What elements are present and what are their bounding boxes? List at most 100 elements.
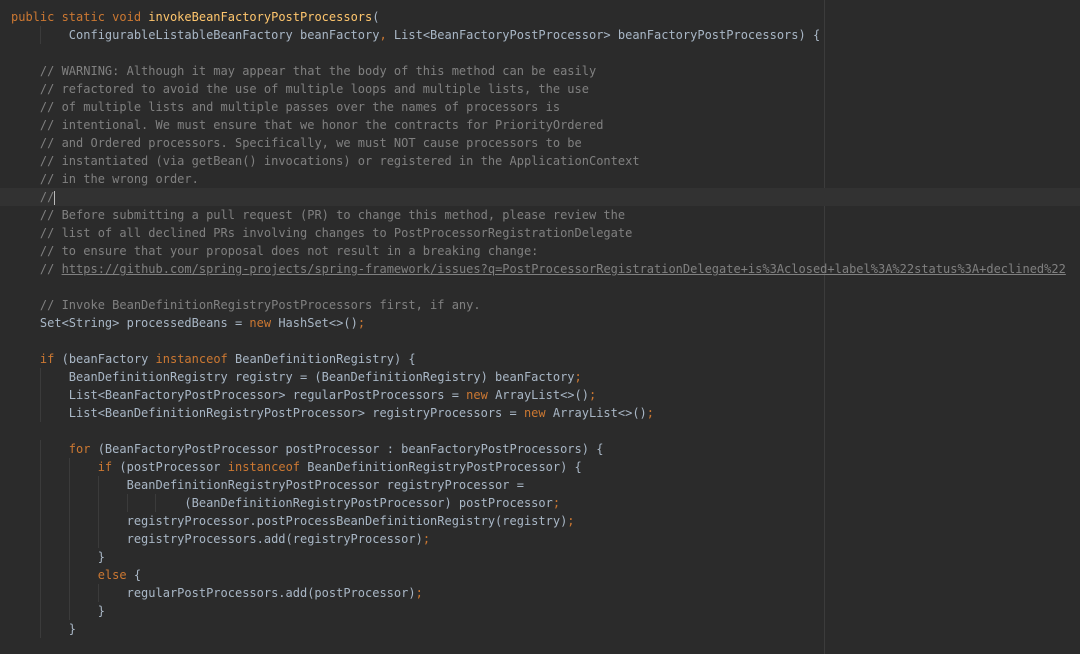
code-token: Set<String> processedBeans = <box>39 316 250 330</box>
code-token: (postProcessor <box>119 460 228 474</box>
indent-guide <box>97 476 99 494</box>
code-line[interactable]: Set<String> processedBeans = new HashSet… <box>0 314 1080 332</box>
code-line[interactable]: BeanDefinitionRegistry registry = (BeanD… <box>0 368 1080 386</box>
indent-guide <box>39 530 41 548</box>
keyword-token: if <box>39 352 62 366</box>
indent-guide <box>126 494 128 512</box>
comment-token: // in the wrong order. <box>39 172 199 186</box>
indentation <box>11 118 40 132</box>
code-area[interactable]: public static void invokeBeanFactoryPost… <box>0 8 1080 638</box>
code-line[interactable]: List<BeanDefinitionRegistryPostProcessor… <box>0 404 1080 422</box>
code-token: } <box>97 604 105 618</box>
code-token: } <box>97 550 105 564</box>
code-line[interactable]: // of multiple lists and multiple passes… <box>0 98 1080 116</box>
keyword-token: else <box>97 568 134 582</box>
code-token: BeanDefinitionRegistryPostProcessor) { <box>307 460 582 474</box>
indentation <box>11 154 40 168</box>
comment-token: // intentional. We must ensure that we h… <box>39 118 604 132</box>
code-line[interactable]: // refactored to avoid the use of multip… <box>0 80 1080 98</box>
code-token: List<BeanDefinitionRegistryPostProcessor… <box>68 406 524 420</box>
code-token: registryProcessors.add(registryProcessor… <box>126 532 423 546</box>
code-line[interactable]: } <box>0 620 1080 638</box>
indent-guide <box>68 602 70 620</box>
comment-token: // <box>39 262 62 276</box>
indent-guide <box>39 440 41 458</box>
indentation <box>11 190 40 204</box>
code-line[interactable]: public static void invokeBeanFactoryPost… <box>0 8 1080 26</box>
code-line[interactable]: ConfigurableListableBeanFactory beanFact… <box>0 26 1080 44</box>
indent-guide <box>39 404 41 422</box>
comment-token: // Before submitting a pull request (PR)… <box>39 208 626 222</box>
indentation <box>11 64 40 78</box>
indentation <box>11 352 40 366</box>
comment-token: // list of all declined PRs involving ch… <box>39 226 633 240</box>
code-line[interactable]: // and Ordered processors. Specifically,… <box>0 134 1080 152</box>
code-token: List<BeanFactoryPostProcessor> regularPo… <box>68 388 467 402</box>
code-line[interactable]: BeanDefinitionRegistryPostProcessor regi… <box>0 476 1080 494</box>
indentation <box>11 316 40 330</box>
code-line[interactable]: registryProcessors.add(registryProcessor… <box>0 530 1080 548</box>
code-token: ConfigurableListableBeanFactory beanFact… <box>68 28 380 42</box>
code-line[interactable]: List<BeanFactoryPostProcessor> regularPo… <box>0 386 1080 404</box>
code-line[interactable]: regularPostProcessors.add(postProcessor)… <box>0 584 1080 602</box>
comment-token: // and Ordered processors. Specifically,… <box>39 136 582 150</box>
keyword-token: ; <box>574 370 582 384</box>
comment-token: // of multiple lists and multiple passes… <box>39 100 561 114</box>
url-link[interactable]: https://github.com/spring-projects/sprin… <box>62 262 1066 276</box>
indentation <box>11 298 40 312</box>
code-token: (BeanDefinitionRegistryPostProcessor) po… <box>184 496 553 510</box>
code-line[interactable]: registryProcessor.postProcessBeanDefinit… <box>0 512 1080 530</box>
keyword-token: , <box>379 28 394 42</box>
code-line[interactable]: // intentional. We must ensure that we h… <box>0 116 1080 134</box>
indentation <box>11 136 40 150</box>
indent-guide <box>39 476 41 494</box>
keyword-token: instanceof <box>227 460 308 474</box>
code-token: ArrayList<>() <box>552 406 647 420</box>
indentation <box>11 262 40 276</box>
code-line[interactable]: for (BeanFactoryPostProcessor postProces… <box>0 440 1080 458</box>
indent-guide <box>97 530 99 548</box>
keyword-token: new <box>249 316 279 330</box>
code-line[interactable]: // to ensure that your proposal does not… <box>0 242 1080 260</box>
code-line[interactable] <box>0 332 1080 350</box>
code-line[interactable]: // Invoke BeanDefinitionRegistryPostProc… <box>0 296 1080 314</box>
code-token: BeanDefinitionRegistry) { <box>235 352 416 366</box>
code-line[interactable]: } <box>0 548 1080 566</box>
code-line[interactable]: // in the wrong order. <box>0 170 1080 188</box>
code-token: ( <box>372 10 380 24</box>
keyword-token: new <box>523 406 553 420</box>
indent-guide <box>39 566 41 584</box>
code-line[interactable]: // Before submitting a pull request (PR)… <box>0 206 1080 224</box>
indent-guide <box>39 494 41 512</box>
code-line[interactable]: // https://github.com/spring-projects/sp… <box>0 260 1080 278</box>
code-token: HashSet<>() <box>278 316 358 330</box>
indent-guide <box>39 458 41 476</box>
code-line[interactable]: } <box>0 602 1080 620</box>
code-editor[interactable]: public static void invokeBeanFactoryPost… <box>0 0 1080 654</box>
comment-token: // WARNING: Although it may appear that … <box>39 64 597 78</box>
indentation <box>11 568 98 582</box>
indent-guide <box>68 584 70 602</box>
code-line[interactable]: // <box>0 188 1080 206</box>
code-line[interactable]: // instantiated (via getBean() invocatio… <box>0 152 1080 170</box>
code-token: (BeanFactoryPostProcessor postProcessor … <box>97 442 604 456</box>
code-token: List<BeanFactoryPostProcessor> beanFacto… <box>393 28 821 42</box>
indent-guide <box>39 512 41 530</box>
code-line[interactable] <box>0 44 1080 62</box>
text-caret <box>54 190 56 205</box>
indent-guide <box>68 476 70 494</box>
code-line[interactable]: if (postProcessor instanceof BeanDefinit… <box>0 458 1080 476</box>
code-token: ArrayList<>() <box>495 388 589 402</box>
indent-guide <box>97 494 99 512</box>
code-line[interactable]: (BeanDefinitionRegistryPostProcessor) po… <box>0 494 1080 512</box>
code-line[interactable]: // WARNING: Although it may appear that … <box>0 62 1080 80</box>
code-line[interactable]: else { <box>0 566 1080 584</box>
indent-guide <box>68 548 70 566</box>
code-line[interactable] <box>0 422 1080 440</box>
indent-guide <box>68 530 70 548</box>
comment-token: // to ensure that your proposal does not… <box>39 244 539 258</box>
code-line[interactable] <box>0 278 1080 296</box>
code-line[interactable]: // list of all declined PRs involving ch… <box>0 224 1080 242</box>
code-token: BeanDefinitionRegistry registry = (BeanD… <box>68 370 575 384</box>
code-line[interactable]: if (beanFactory instanceof BeanDefinitio… <box>0 350 1080 368</box>
